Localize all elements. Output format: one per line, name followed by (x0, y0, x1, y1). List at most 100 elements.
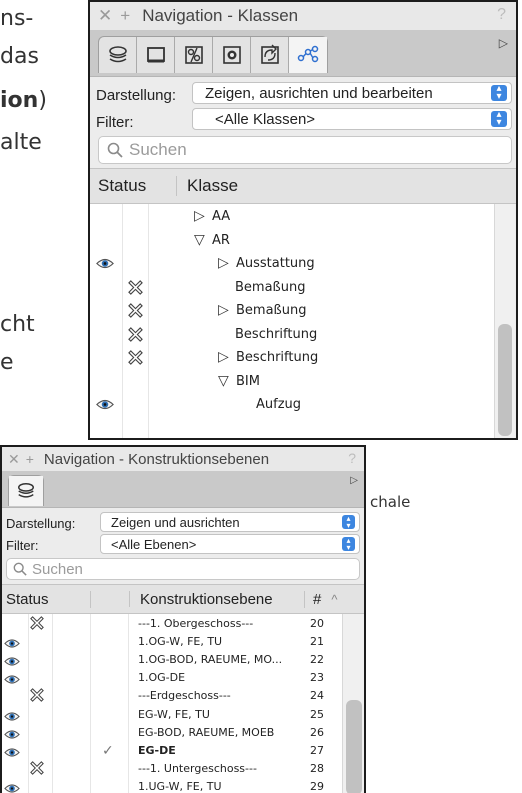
level-name: 1.OG-BOD, RAEUME, MO... (138, 653, 283, 667)
hidden-cross-icon[interactable] (30, 760, 44, 779)
level-name: 1.UG-W, FE, TU (138, 779, 222, 793)
filter-select[interactable]: <Alle Ebenen> ▴ ▾ (100, 534, 360, 554)
class-list-scrollbar[interactable] (494, 204, 515, 438)
darstellung-select[interactable]: Zeigen, ausrichten und bearbeiten ▴ ▾ (192, 82, 512, 104)
search-placeholder: Suchen (32, 560, 83, 578)
hidden-cross-icon[interactable] (30, 688, 44, 706)
class-row[interactable]: Aufzug (90, 394, 494, 418)
level-name: ---1. Untergeschoss--- (138, 761, 257, 775)
level-name: ---Erdgeschoss--- (138, 689, 231, 703)
help-icon[interactable]: ? (497, 6, 506, 24)
class-row[interactable]: ▷ Ausstattung (90, 253, 494, 277)
column-header-klasse[interactable]: Klasse (187, 176, 238, 196)
scrollbar-thumb[interactable] (498, 324, 512, 436)
search-input[interactable]: Suchen (6, 558, 360, 580)
class-row[interactable]: Bemaßung (90, 277, 494, 301)
level-row[interactable]: 1.OG-DE 23 (2, 669, 342, 687)
column-header-number[interactable]: # (313, 591, 321, 608)
disclosure-closed-icon[interactable]: ▷ (218, 254, 229, 271)
scrollbar-thumb[interactable] (346, 700, 362, 793)
level-number: 27 (310, 743, 324, 757)
class-row[interactable]: ▷ AA (90, 206, 494, 230)
layers-icon (108, 46, 127, 63)
class-name: Bemaßung (236, 303, 307, 318)
tab-layers[interactable] (99, 37, 137, 73)
class-name: Beschriftung (235, 326, 318, 342)
level-row[interactable]: ---Erdgeschoss--- 24 (2, 687, 342, 705)
darstellung-label: Darstellung: (6, 515, 76, 531)
hidden-cross-icon[interactable] (128, 350, 143, 369)
level-row[interactable]: ---1. Untergeschoss--- 28 (2, 760, 342, 778)
darstellung-value: Zeigen und ausrichten (111, 514, 240, 530)
sort-ascending-icon[interactable]: ^ (331, 592, 337, 607)
level-row[interactable]: EG-BOD, RAEUME, MOEB 26 (2, 724, 342, 742)
disclosure-closed-icon[interactable]: ▷ (218, 301, 229, 318)
class-name: AR (212, 232, 230, 248)
disclosure-closed-icon[interactable]: ▷ (194, 207, 205, 224)
disclosure-open-icon[interactable]: ▽ (194, 231, 205, 248)
classes-navigation-palette: ✕ + Navigation - Klassen ? ▷ Darstellung… (88, 0, 518, 440)
hidden-cross-icon[interactable] (128, 279, 143, 299)
level-row[interactable]: 1.OG-W, FE, TU 21 (2, 633, 342, 651)
doc-text-line: ns- (0, 6, 34, 31)
help-icon[interactable]: ? (348, 450, 356, 466)
search-input[interactable]: Suchen (98, 136, 512, 164)
level-number: 20 (310, 617, 324, 630)
tab-references[interactable] (251, 37, 289, 73)
visible-eye-icon[interactable] (4, 781, 20, 793)
hidden-cross-icon[interactable] (128, 326, 143, 346)
level-row[interactable]: ✓ EG-DE 27 (2, 742, 342, 760)
class-list: ▷ AA ▽ AR ▷ Ausstattung Bemaßung ▷ Bemaßung Besch… (90, 204, 494, 438)
doc-text-line: cht (0, 312, 35, 337)
level-row[interactable]: 1.UG-W, FE, TU 29 (2, 778, 342, 793)
plus-icon[interactable]: + (26, 451, 38, 467)
tab-layers[interactable] (9, 476, 43, 506)
visible-eye-icon[interactable] (96, 257, 114, 275)
plus-icon[interactable]: + (120, 6, 134, 26)
level-number: 22 (310, 653, 324, 667)
close-icon[interactable]: ✕ (8, 451, 24, 468)
disclosure-open-icon[interactable]: ▽ (218, 372, 229, 389)
hidden-cross-icon[interactable] (128, 303, 143, 322)
level-number: 29 (310, 779, 324, 793)
level-row[interactable]: 1.OG-BOD, RAEUME, MO... 22 (2, 651, 342, 669)
column-header-status[interactable]: Status (98, 176, 177, 196)
select-chevron-icon: ▴ ▾ (342, 515, 355, 530)
filter-value: <Alle Ebenen> (111, 536, 197, 552)
level-number: 23 (310, 671, 324, 685)
tab-classes[interactable] (289, 37, 327, 73)
select-chevron-icon: ▴ ▾ (491, 110, 507, 128)
visible-eye-icon[interactable] (96, 398, 114, 416)
tab-symbols[interactable] (175, 37, 213, 73)
palette-menu-arrow-icon[interactable]: ▷ (499, 36, 508, 50)
search-icon (107, 142, 123, 158)
class-name: Beschriftung (236, 350, 319, 365)
darstellung-select[interactable]: Zeigen und ausrichten ▴ ▾ (100, 512, 360, 532)
filter-select[interactable]: <Alle Klassen> ▴ ▾ (192, 108, 512, 130)
hidden-cross-icon[interactable] (30, 616, 44, 634)
class-row[interactable]: ▽ BIM (90, 371, 494, 395)
column-header-active[interactable] (91, 591, 130, 607)
level-list-scrollbar[interactable] (342, 614, 364, 793)
level-name: 1.OG-DE (138, 671, 186, 685)
close-icon[interactable]: ✕ (98, 6, 116, 26)
class-row[interactable]: Beschriftung (90, 324, 494, 348)
level-row[interactable]: EG-W, FE, TU 25 (2, 706, 342, 724)
tab-sheet-layers[interactable] (137, 37, 175, 73)
column-header-status[interactable]: Status (6, 590, 91, 608)
level-number: 26 (310, 725, 324, 739)
class-row[interactable]: ▷ Bemaßung (90, 300, 494, 324)
class-row[interactable]: ▽ AR (90, 230, 494, 254)
palette-menu-arrow-icon[interactable]: ▷ (350, 475, 358, 486)
symbols-icon (184, 46, 203, 64)
tab-viewports[interactable] (213, 37, 251, 73)
filter-value: <Alle Klassen> (215, 110, 316, 128)
level-row[interactable]: ---1. Obergeschoss--- 20 (2, 615, 342, 633)
active-level-checkmark-icon[interactable]: ✓ (102, 742, 114, 759)
doc-text-line: alte (0, 130, 42, 155)
column-header-konstruktionsebene[interactable]: Konstruktionsebene (140, 590, 305, 608)
tab-strip: ▷ (90, 30, 516, 77)
disclosure-closed-icon[interactable]: ▷ (218, 348, 229, 365)
level-name: EG-W, FE, TU (138, 707, 210, 721)
class-row[interactable]: ▷ Beschriftung (90, 347, 494, 371)
